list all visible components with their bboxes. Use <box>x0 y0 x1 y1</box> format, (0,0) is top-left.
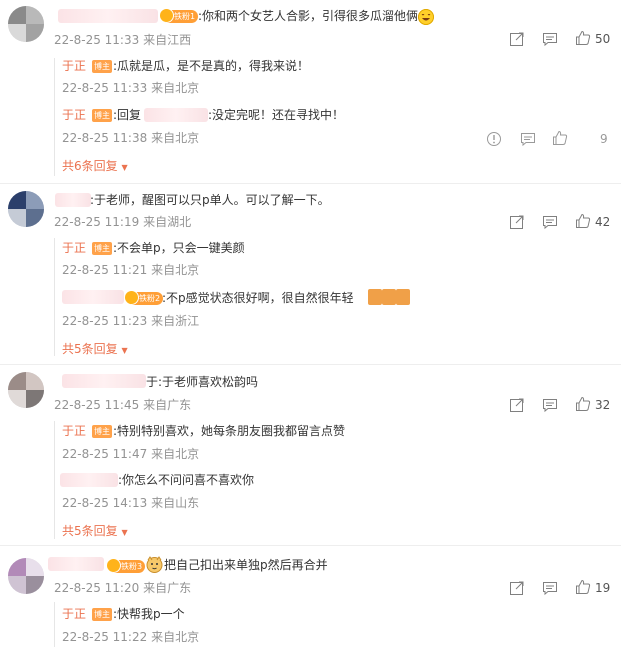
crown-icon <box>124 290 139 305</box>
share-icon[interactable] <box>509 580 525 596</box>
reply-time: 22-8-25 14:13 来自山东 <box>62 496 200 510</box>
share-icon[interactable] <box>509 397 525 413</box>
author-badge: 博主 <box>92 109 112 122</box>
username-blurred[interactable] <box>60 473 118 487</box>
mentioned-user-blurred[interactable] <box>144 108 208 122</box>
username-blurred[interactable] <box>55 193 91 207</box>
avatar[interactable] <box>8 191 44 227</box>
reply-time: 22-8-25 11:23 来自浙江 <box>62 314 200 328</box>
like-count: 9 <box>600 132 608 146</box>
comment-icon[interactable] <box>542 31 558 47</box>
reply-text: :快帮我p一个 <box>113 607 185 621</box>
reply-author-name[interactable]: 于正 <box>62 107 86 123</box>
avatar[interactable] <box>8 372 44 408</box>
like-icon[interactable] <box>575 579 591 595</box>
crown-icon <box>106 558 121 573</box>
reply-text: :不p感觉状态很好啊，很自然很年轻 <box>162 291 354 305</box>
reply-time: 22-8-25 11:21 来自北京 <box>62 263 200 277</box>
reply-time: 22-8-25 11:38 来自北京 <box>62 131 200 145</box>
dog-emoji-icon <box>146 556 163 573</box>
reply-time: 22-8-25 11:47 来自北京 <box>62 447 200 461</box>
comment-icon[interactable] <box>542 214 558 230</box>
author-badge: 博主 <box>92 425 112 438</box>
reply-time: 22-8-25 11:33 来自北京 <box>62 81 200 95</box>
divider <box>0 364 621 365</box>
reply-author-name[interactable]: 于正 <box>62 423 86 439</box>
comment-3: 于:于老师喜欢松韵吗 22-8-25 11:45 来自广东 32 于正 博主 :… <box>0 367 621 545</box>
comment-text: :你和两个女艺人合影，引得很多瓜溜他俩 <box>198 9 419 23</box>
reply-text: :你怎么不问问喜不喜欢你 <box>118 473 255 487</box>
chevron-down-icon: ▼ <box>121 346 128 355</box>
fan-badge: 铁粉3 <box>106 558 146 573</box>
like-icon[interactable] <box>552 130 568 146</box>
reply-text: :没定完呢！还在寻找中！ <box>208 108 345 122</box>
comment-time: 22-8-25 11:45 来自广东 <box>54 398 192 412</box>
reply-text: :瓜就是瓜，是不是真的，得我来说！ <box>113 59 310 73</box>
avatar[interactable] <box>8 6 44 42</box>
more-replies-link[interactable]: 共5条回复 ▼ <box>62 524 128 540</box>
comment-1: 铁粉1 :你和两个女艺人合影，引得很多瓜溜他俩 22-8-25 11:33 来自… <box>0 0 621 180</box>
comment-2: :于老师，醒图可以只p单人。可以了解一下。 22-8-25 11:19 来自湖北… <box>0 186 621 366</box>
info-icon[interactable] <box>486 131 502 147</box>
more-replies-link[interactable]: 共5条回复 ▼ <box>62 342 128 358</box>
like-icon[interactable] <box>575 213 591 229</box>
comment-time: 22-8-25 11:19 来自湖北 <box>54 215 192 229</box>
share-icon[interactable] <box>509 214 525 230</box>
share-icon[interactable] <box>509 31 525 47</box>
author-badge: 博主 <box>92 60 112 73</box>
like-count: 32 <box>595 398 611 412</box>
divider <box>0 183 621 184</box>
comment-4: 铁粉3 把自己扣出来单独p然后再合并 22-8-25 11:20 来自广东 19… <box>0 548 621 647</box>
fan-badge: 铁粉2 <box>124 290 164 305</box>
reply-thread-line <box>54 421 55 539</box>
reply-prefix: :回复 <box>113 108 142 122</box>
avatar[interactable] <box>8 558 44 594</box>
emoji-icon <box>382 289 396 305</box>
chevron-down-icon: ▼ <box>121 528 128 537</box>
comment-text: :于老师，醒图可以只p单人。可以了解一下。 <box>90 193 330 207</box>
reply-thread-line <box>54 58 55 176</box>
reply-time: 22-8-25 11:22 来自北京 <box>62 630 200 644</box>
emoji-icon <box>368 289 382 305</box>
chevron-down-icon: ▼ <box>121 163 128 172</box>
emoji-icon <box>396 289 410 305</box>
divider <box>0 545 621 546</box>
more-replies-link[interactable]: 共6条回复 ▼ <box>62 159 128 175</box>
reply-thread-line <box>54 602 55 647</box>
comment-time: 22-8-25 11:33 来自江西 <box>54 33 192 47</box>
comment-text: 于:于老师喜欢松韵吗 <box>146 375 259 389</box>
reply-author-name[interactable]: 于正 <box>62 240 86 256</box>
like-count: 50 <box>595 32 611 46</box>
like-icon[interactable] <box>575 396 591 412</box>
comment-text: 把自己扣出来单独p然后再合并 <box>164 558 328 572</box>
like-icon[interactable] <box>575 30 591 46</box>
reply-thread-line <box>54 238 55 356</box>
comment-icon[interactable] <box>542 580 558 596</box>
reply-author-name[interactable]: 于正 <box>62 606 86 622</box>
laugh-emoji-icon <box>418 9 434 25</box>
reply-author-name[interactable]: 于正 <box>62 58 86 74</box>
comment-icon[interactable] <box>542 397 558 413</box>
comment-icon[interactable] <box>520 131 536 147</box>
like-count: 19 <box>595 581 611 595</box>
reply-text: :特别特别喜欢，她每条朋友圈我都留言点赞 <box>113 424 346 438</box>
username-blurred[interactable] <box>62 374 146 388</box>
crown-icon <box>159 8 174 23</box>
fan-badge: 铁粉1 <box>159 8 199 23</box>
username-blurred[interactable] <box>62 290 124 304</box>
author-badge: 博主 <box>92 242 112 255</box>
comment-time: 22-8-25 11:20 来自广东 <box>54 581 192 595</box>
username-blurred[interactable] <box>58 9 158 23</box>
like-count: 42 <box>595 215 611 229</box>
username-blurred[interactable] <box>48 557 104 571</box>
author-badge: 博主 <box>92 608 112 621</box>
reply-text: :不会单p，只会一键美颜 <box>113 241 245 255</box>
